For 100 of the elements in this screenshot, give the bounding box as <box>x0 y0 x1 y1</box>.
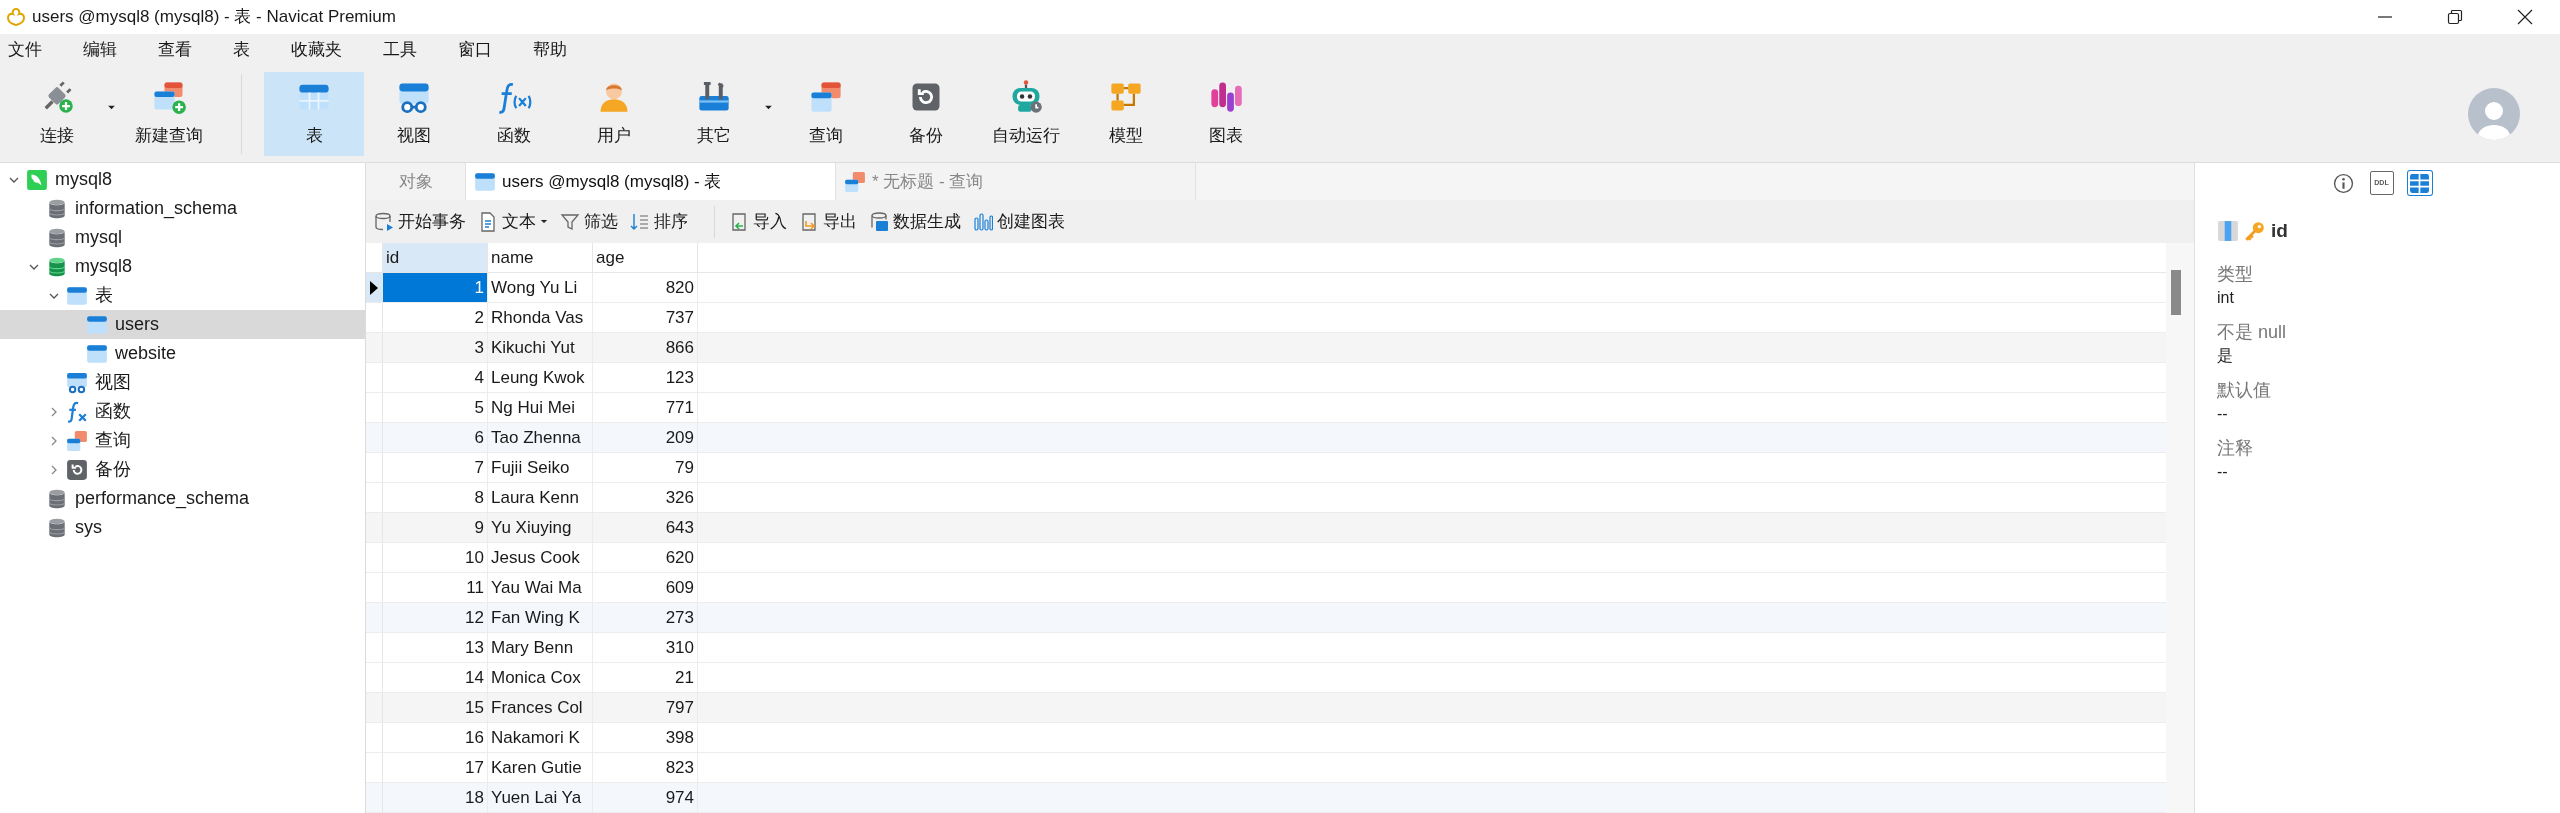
tree-item[interactable]: website <box>0 339 365 368</box>
table-cell[interactable]: 609 <box>593 573 698 602</box>
toolbar-button[interactable]: 函数 <box>464 72 564 156</box>
table-cell[interactable]: 823 <box>593 753 698 782</box>
tree-item[interactable]: 函数 <box>0 397 365 426</box>
table-cell[interactable]: Tao Zhenna <box>488 423 593 452</box>
table-cell[interactable]: 398 <box>593 723 698 752</box>
tab[interactable]: users @mysql8 (mysql8) - 表 <box>466 163 836 200</box>
table-cell[interactable]: 11 <box>383 573 488 602</box>
toolbar-button[interactable]: 创建图表 <box>973 208 1065 235</box>
table-cell[interactable]: Laura Kenn <box>488 483 593 512</box>
toolbar-button[interactable]: 其它 <box>664 72 764 156</box>
table-cell[interactable]: 866 <box>593 333 698 362</box>
menu-item[interactable]: 编辑 <box>83 37 117 63</box>
table-cell[interactable]: Fan Wing K <box>488 603 593 632</box>
toolbar-button[interactable]: 连接 <box>7 72 107 156</box>
tree-item[interactable]: information_schema <box>0 194 365 223</box>
table-cell[interactable]: 797 <box>593 693 698 722</box>
table-cell[interactable]: 310 <box>593 633 698 662</box>
table-cell[interactable]: 620 <box>593 543 698 572</box>
table-cell[interactable]: Fujii Seiko <box>488 453 593 482</box>
table-cell[interactable]: Yuen Lai Ya <box>488 783 593 812</box>
toolbar-button[interactable]: 模型 <box>1076 72 1176 156</box>
toolbar-button[interactable]: 自动运行 <box>976 72 1076 156</box>
toolbar-button[interactable]: 筛选 <box>560 208 618 235</box>
table-cell[interactable]: 7 <box>383 453 488 482</box>
table-cell[interactable]: 15 <box>383 693 488 722</box>
tree-item[interactable]: users <box>0 310 365 339</box>
toolbar-button[interactable]: 数据生成 <box>869 208 961 235</box>
menu-item[interactable]: 收藏夹 <box>291 37 342 63</box>
table-cell[interactable]: 14 <box>383 663 488 692</box>
tree-item[interactable]: mysql8 <box>0 165 365 194</box>
table-cell[interactable]: Monica Cox <box>488 663 593 692</box>
toolbar-button[interactable]: 用户 <box>564 72 664 156</box>
toolbar-button[interactable]: 开始事务 <box>374 208 466 235</box>
toolbar-button[interactable]: 查询 <box>776 72 876 156</box>
table-cell[interactable]: Nakamori K <box>488 723 593 752</box>
toolbar-button[interactable]: 导入 <box>729 208 787 235</box>
table-cell[interactable]: 16 <box>383 723 488 752</box>
panel-tab[interactable] <box>2331 171 2356 195</box>
panel-tab[interactable] <box>2407 171 2432 195</box>
tree-item[interactable]: mysql8 <box>0 252 365 281</box>
table-cell[interactable]: 771 <box>593 393 698 422</box>
toolbar-button[interactable]: 备份 <box>876 72 976 156</box>
table-cell[interactable]: Frances Col <box>488 693 593 722</box>
table-cell[interactable]: Rhonda Vas <box>488 303 593 332</box>
table-cell[interactable]: 10 <box>383 543 488 572</box>
dropdown-caret-icon[interactable] <box>764 104 773 110</box>
table-cell[interactable]: 1 <box>383 273 488 302</box>
table-cell[interactable]: Kikuchi Yut <box>488 333 593 362</box>
menu-item[interactable]: 表 <box>233 37 250 63</box>
dropdown-caret-icon[interactable] <box>107 104 116 110</box>
table-cell[interactable]: 974 <box>593 783 698 812</box>
scrollbar-thumb[interactable] <box>2171 270 2181 315</box>
table-cell[interactable]: 2 <box>383 303 488 332</box>
table-cell[interactable]: Yu Xiuying <box>488 513 593 542</box>
table-cell[interactable]: Jesus Cook <box>488 543 593 572</box>
toolbar-button[interactable]: 表 <box>264 72 364 156</box>
menu-item[interactable]: 帮助 <box>533 37 567 63</box>
tree-item[interactable]: 表 <box>0 281 365 310</box>
table-cell[interactable]: 4 <box>383 363 488 392</box>
table-cell[interactable]: 9 <box>383 513 488 542</box>
toolbar-button[interactable]: 视图 <box>364 72 464 156</box>
table-cell[interactable]: 21 <box>593 663 698 692</box>
tree-item[interactable]: 备份 <box>0 455 365 484</box>
table-cell[interactable]: Yau Wai Ma <box>488 573 593 602</box>
table-cell[interactable]: 13 <box>383 633 488 662</box>
table-cell[interactable]: 18 <box>383 783 488 812</box>
table-cell[interactable]: Karen Gutie <box>488 753 593 782</box>
menu-item[interactable]: 查看 <box>158 37 192 63</box>
toolbar-button[interactable]: 图表 <box>1176 72 1276 156</box>
table-cell[interactable]: 326 <box>593 483 698 512</box>
tree-item[interactable]: 视图 <box>0 368 365 397</box>
toolbar-button[interactable]: 文本 <box>478 208 548 235</box>
table-cell[interactable]: 3 <box>383 333 488 362</box>
table-cell[interactable]: Wong Yu Li <box>488 273 593 302</box>
toolbar-button[interactable]: 导出 <box>799 208 857 235</box>
menu-item[interactable]: 文件 <box>8 37 42 63</box>
tree-item[interactable]: 查询 <box>0 426 365 455</box>
toolbar-button[interactable]: 排序 <box>630 208 688 235</box>
table-cell[interactable]: 5 <box>383 393 488 422</box>
table-cell[interactable]: 79 <box>593 453 698 482</box>
tree-item[interactable]: performance_schema <box>0 484 365 513</box>
table-cell[interactable]: 8 <box>383 483 488 512</box>
table-cell[interactable]: 737 <box>593 303 698 332</box>
table-cell[interactable]: Ng Hui Mei <box>488 393 593 422</box>
table-cell[interactable]: 273 <box>593 603 698 632</box>
table-cell[interactable]: Mary Benn <box>488 633 593 662</box>
table-cell[interactable]: 17 <box>383 753 488 782</box>
menu-item[interactable]: 窗口 <box>458 37 492 63</box>
table-cell[interactable]: 12 <box>383 603 488 632</box>
tree-item[interactable]: sys <box>0 513 365 542</box>
table-cell[interactable]: 820 <box>593 273 698 302</box>
table-cell[interactable]: 123 <box>593 363 698 392</box>
table-cell[interactable]: 209 <box>593 423 698 452</box>
tree-item[interactable]: mysql <box>0 223 365 252</box>
toolbar-button[interactable]: 新建查询 <box>119 72 219 156</box>
column-header[interactable]: age <box>593 243 698 272</box>
menu-item[interactable]: 工具 <box>383 37 417 63</box>
column-header[interactable]: id <box>383 243 488 272</box>
